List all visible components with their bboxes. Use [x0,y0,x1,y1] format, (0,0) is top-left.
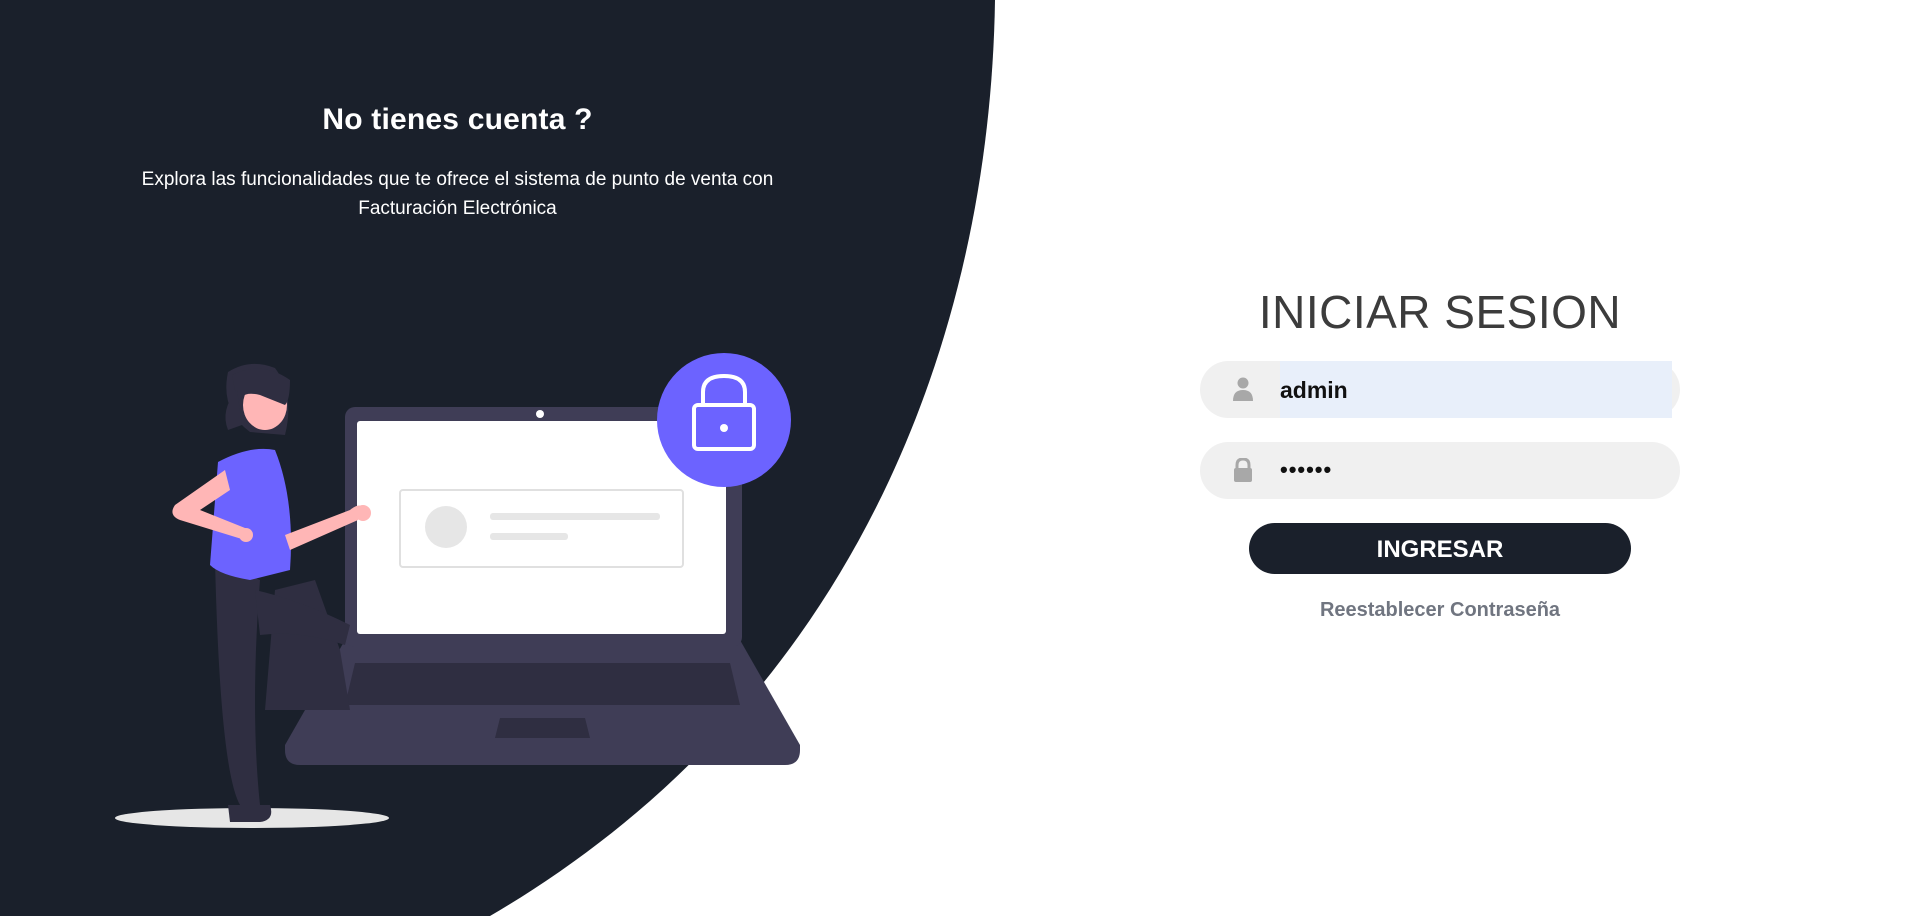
illustration-lock-icon [657,353,791,487]
password-field[interactable]: •••••• [1200,442,1680,499]
promo-panel: No tienes cuenta ? Explora las funcional… [0,0,920,916]
promo-description: Explora las funcionalidades que te ofrec… [141,169,774,219]
promo-title: No tienes cuenta ? [322,103,593,136]
login-illustration [115,353,800,828]
login-submit-button[interactable]: INGRESAR [1249,523,1631,574]
user-icon [1233,377,1253,401]
lock-icon [1234,458,1252,482]
login-page: No tienes cuenta ? Explora las funcional… [0,0,1919,916]
username-field[interactable]: admin [1200,361,1680,418]
reset-password-link[interactable]: Reestablecer Contraseña [1200,599,1680,622]
password-value: •••••• [1280,457,1333,482]
login-title: INICIAR SESION [1258,286,1622,338]
username-value: admin [1280,377,1348,403]
login-form: INICIAR SESION admin •••••• INGRESAR Ree… [1200,285,1680,622]
